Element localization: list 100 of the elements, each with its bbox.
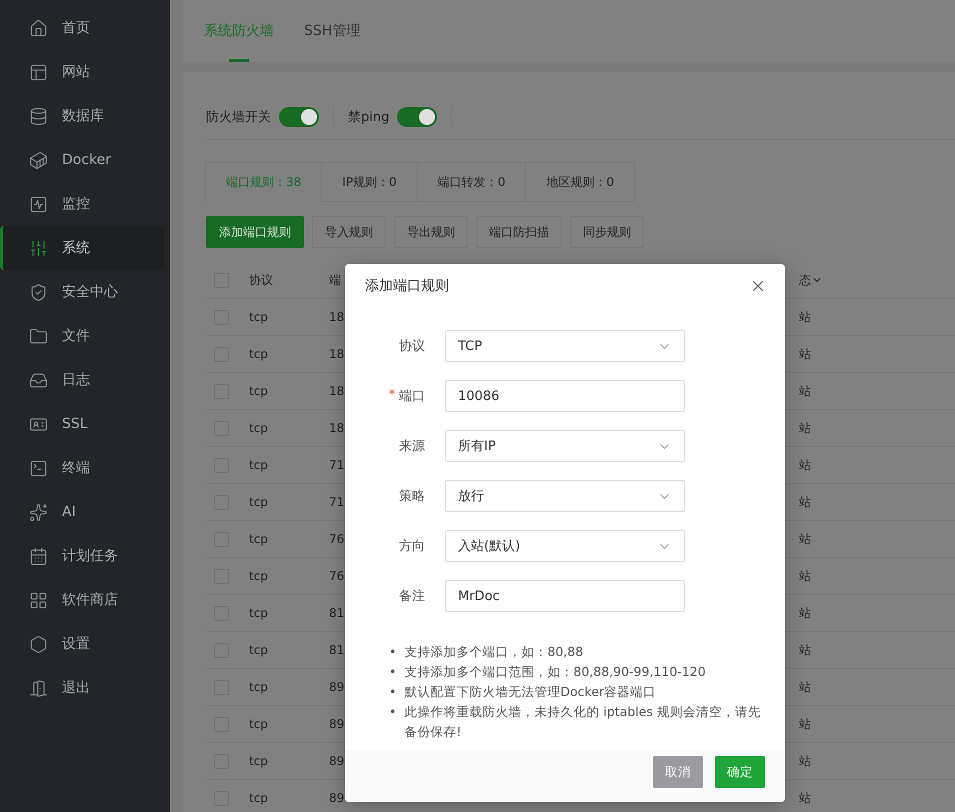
table-cell: 站 [799, 716, 811, 730]
field-label: 协议 [399, 338, 425, 355]
table-cell: tcp [249, 680, 268, 694]
sidebar-item[interactable]: 终端 [0, 446, 164, 490]
table-cell: 76 [329, 532, 344, 546]
inbox-icon [29, 370, 48, 390]
window-icon [29, 62, 48, 82]
table-cell: 18 [329, 384, 344, 398]
sidebar-item[interactable]: 网站 [0, 50, 164, 94]
select-field[interactable]: 入站(默认) [445, 530, 685, 562]
note-text: 支持添加多个端口范围，如：80,88,90-99,110-120 [404, 663, 706, 681]
select-field[interactable]: 放行 [445, 480, 685, 512]
table-cell: 89 [329, 717, 344, 731]
table-cell: 81 [329, 606, 344, 620]
field-label: 方向 [399, 538, 425, 555]
sidebar-item[interactable]: 数据库 [0, 94, 164, 138]
sidebar-item[interactable]: 监控 [0, 182, 164, 226]
table-cell: tcp [249, 421, 268, 435]
table-cell: 71 [329, 458, 344, 472]
toolbar-button[interactable]: 导出规则 [394, 216, 468, 248]
rule-tab[interactable]: IP规则：0 [321, 162, 418, 202]
sidebar-item[interactable]: 设置 [0, 622, 164, 666]
table-cell: 76 [329, 569, 344, 583]
table-cell: tcp [249, 791, 268, 805]
toolbar-button[interactable]: 同步规则 [570, 216, 644, 248]
hexagon-icon [29, 634, 48, 654]
table-cell: 站 [799, 384, 811, 398]
dialog-title: 添加端口规则 [365, 277, 449, 295]
toggle-label: 防火墙开关 [206, 108, 271, 126]
table-cell: 71 [329, 495, 344, 509]
table-cell: tcp [249, 458, 268, 472]
note-text: 此操作将重载防火墙，未持久化的 iptables 规则会清空，请先备份保存! [404, 703, 762, 741]
field-label: 策略 [399, 488, 425, 505]
table-cell: 站 [799, 680, 811, 694]
input-field[interactable]: 10086 [445, 380, 685, 412]
terminal-icon [29, 458, 48, 478]
rule-tab[interactable]: 地区规则：0 [525, 162, 635, 202]
sliders-icon [29, 238, 48, 258]
folder-icon [29, 326, 48, 346]
table-cell: 站 [799, 494, 811, 508]
bullet: • [389, 683, 396, 701]
sidebar-item[interactable]: 日志 [0, 358, 164, 402]
table-cell: tcp [249, 643, 268, 657]
sidebar-item[interactable]: 系统 [0, 226, 164, 270]
table-cell: 站 [799, 790, 811, 804]
table-cell: tcp [249, 606, 268, 620]
table-cell: 18 [329, 310, 344, 324]
table-cell: 站 [799, 754, 811, 768]
rule-tab[interactable]: 端口转发：0 [416, 162, 526, 202]
note-text: 默认配置下防火墙无法管理Docker容器端口 [404, 683, 656, 701]
table-cell: 站 [799, 420, 811, 434]
input-field[interactable]: MrDoc [445, 580, 685, 612]
table-cell: 18 [329, 347, 344, 361]
note-text: 支持添加多个端口，如：80,88 [404, 643, 584, 661]
field-label: 端口 [399, 388, 425, 405]
toolbar-button[interactable]: 导入规则 [312, 216, 386, 248]
table-cell: tcp [249, 569, 268, 583]
table-cell: 89 [329, 680, 344, 694]
sidebar-item[interactable]: Docker [0, 138, 164, 182]
sidebar-item[interactable]: 文件 [0, 314, 164, 358]
sidebar-item[interactable]: AI [0, 490, 164, 534]
toggle-switch[interactable] [397, 106, 438, 126]
chart-icon [29, 194, 48, 214]
sidebar-item[interactable]: 计划任务 [0, 534, 164, 578]
bullet: • [389, 663, 396, 681]
table-cell: tcp [249, 310, 268, 324]
column-header: 态 [799, 272, 811, 288]
table-cell: 89 [329, 791, 344, 805]
table-cell: 站 [799, 458, 811, 472]
grid-icon [29, 590, 48, 610]
door-icon [29, 678, 48, 698]
table-cell: 站 [799, 642, 811, 656]
table-cell: 81 [329, 643, 344, 657]
column-header: 端 [329, 272, 341, 286]
sidebar-item[interactable]: SSL [0, 402, 164, 446]
table-cell: 站 [799, 346, 811, 360]
calendar-icon [29, 546, 48, 566]
field-label: 来源 [399, 438, 425, 455]
table-cell: tcp [249, 717, 268, 731]
sidebar-item[interactable]: 安全中心 [0, 270, 164, 314]
sidebar-item[interactable]: 软件商店 [0, 578, 164, 622]
bullet: • [389, 643, 396, 661]
table-cell: 89 [329, 754, 344, 768]
table-cell: tcp [249, 384, 268, 398]
bullet: • [389, 703, 396, 721]
toggle-label: 禁ping [348, 108, 390, 126]
sidebar-item[interactable]: 首页 [0, 6, 164, 50]
table-cell: 站 [799, 310, 811, 324]
table-cell: tcp [249, 754, 268, 768]
toolbar-button[interactable]: 添加端口规则 [206, 216, 304, 248]
select-field[interactable]: TCP [445, 330, 685, 362]
column-header: 协议 [249, 272, 273, 286]
table-cell: tcp [249, 347, 268, 361]
table-cell: 站 [799, 606, 811, 620]
table-cell: tcp [249, 532, 268, 546]
sidebar-item[interactable]: 退出 [0, 666, 164, 710]
field-label: 备注 [399, 588, 425, 605]
toggle-switch[interactable] [279, 106, 319, 126]
select-field[interactable]: 所有IP [445, 430, 685, 462]
toolbar-button[interactable]: 端口防扫描 [476, 216, 562, 248]
